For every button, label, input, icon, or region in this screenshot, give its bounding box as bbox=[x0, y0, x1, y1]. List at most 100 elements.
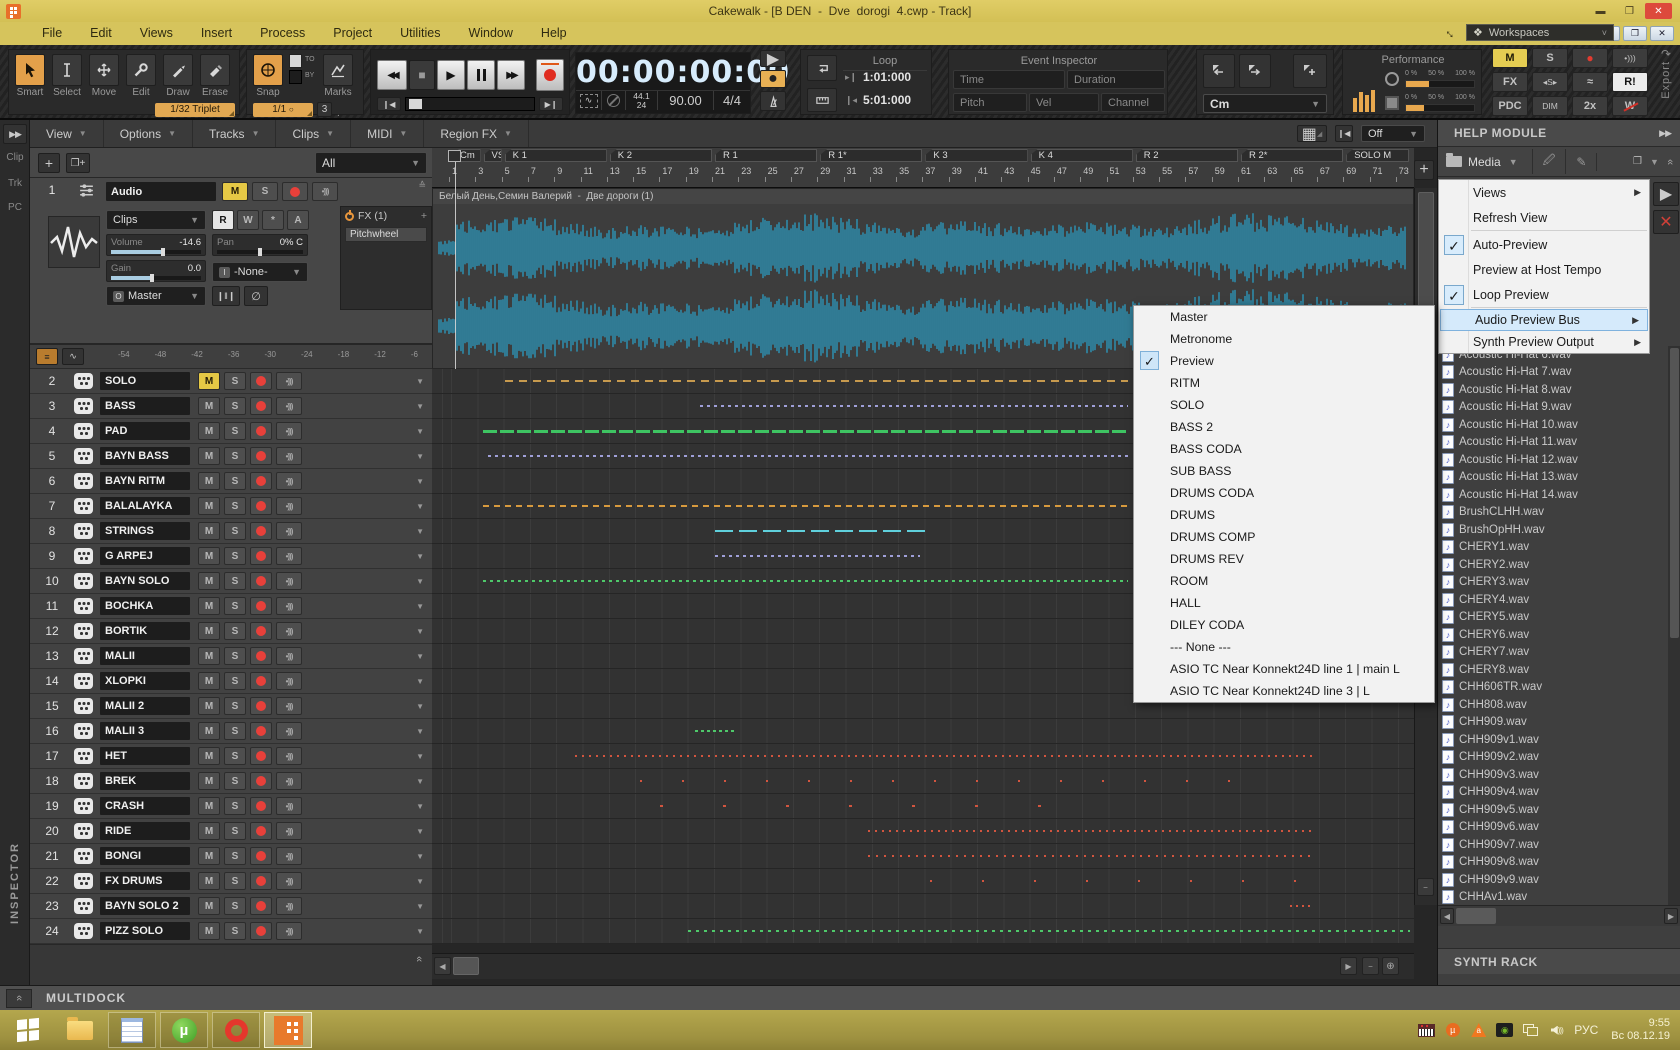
file-item-chh909v2-wav[interactable]: ♪CHH909v2.wav bbox=[1438, 749, 1668, 767]
track-mute-button[interactable]: M bbox=[222, 182, 248, 201]
pc-tab[interactable]: PC bbox=[0, 202, 30, 213]
file-item-chh909v8-wav[interactable]: ♪CHH909v8.wav bbox=[1438, 854, 1668, 872]
track-echo-button[interactable]: •))) bbox=[276, 397, 302, 415]
collapse-track-icon[interactable]: ≙ bbox=[418, 180, 426, 191]
track-name-field[interactable]: MALII bbox=[100, 647, 190, 665]
track-mute-button[interactable]: M bbox=[198, 572, 220, 590]
track-arm-button[interactable] bbox=[250, 772, 272, 790]
track-arm-button[interactable] bbox=[250, 522, 272, 540]
help-menu-item-views[interactable]: Views▶ bbox=[1439, 180, 1649, 205]
edit-filter-selector[interactable]: Clips▼ bbox=[106, 210, 206, 230]
track-solo-button[interactable]: S bbox=[224, 697, 246, 715]
ruler-marker-k-3[interactable]: K 3 bbox=[925, 149, 1027, 162]
playhead-handle[interactable] bbox=[448, 150, 461, 162]
audio-engine-icon[interactable]: ∿ bbox=[576, 91, 602, 110]
file-item-chery2-wav[interactable]: ♪CHERY2.wav bbox=[1438, 556, 1668, 574]
help-menu-item-auto-preview[interactable]: ✓Auto-Preview bbox=[1439, 232, 1649, 257]
track-solo-button[interactable]: S bbox=[224, 722, 246, 740]
bus-menu-item-diley-coda[interactable]: DILEY CODA bbox=[1134, 614, 1434, 636]
track-echo-button[interactable]: •))) bbox=[276, 722, 302, 740]
track-mute-button[interactable]: M bbox=[198, 772, 220, 790]
help-menu-item-preview-at-host-tempo[interactable]: Preview at Host Tempo bbox=[1439, 257, 1649, 282]
track-mute-button[interactable]: M bbox=[198, 472, 220, 490]
track-solo-button[interactable]: S bbox=[224, 522, 246, 540]
track-options-caret[interactable]: ▼ bbox=[416, 852, 424, 861]
help-expand-icon[interactable]: ▶▶ bbox=[1659, 120, 1671, 147]
tv-menu-clips[interactable]: Clips▼ bbox=[276, 120, 351, 147]
track-arm-button[interactable] bbox=[250, 897, 272, 915]
erase-tool-button[interactable] bbox=[200, 54, 230, 86]
track-row-19[interactable]: 19CRASHMS•)))▼ bbox=[30, 794, 432, 819]
track-row-14[interactable]: 14XLOPKIMS•)))▼ bbox=[30, 669, 432, 694]
track-mute-button[interactable]: M bbox=[198, 797, 220, 815]
ruler-marker-r-2-[interactable]: R 2* bbox=[1241, 149, 1343, 162]
track-row-4[interactable]: 4PADMS•)))▼ bbox=[30, 419, 432, 444]
file-item-chery3-wav[interactable]: ♪CHERY3.wav bbox=[1438, 574, 1668, 592]
track-row-22[interactable]: 22FX DRUMSMS•)))▼ bbox=[30, 869, 432, 894]
menu-process[interactable]: Process bbox=[246, 22, 319, 45]
track-name-field[interactable]: BREK bbox=[100, 772, 190, 790]
ruler-marker-solo-m[interactable]: SOLO M bbox=[1346, 149, 1409, 162]
file-item-acoustic-hi-hat-14-wav[interactable]: ♪Acoustic Hi-Hat 14.wav bbox=[1438, 486, 1668, 504]
track-row-8[interactable]: 8STRINGSMS•)))▼ bbox=[30, 519, 432, 544]
track-row-9[interactable]: 9G ARPEJMS•)))▼ bbox=[30, 544, 432, 569]
track-mute-button[interactable]: M bbox=[198, 547, 220, 565]
track-echo-button[interactable]: •))) bbox=[276, 447, 302, 465]
track-name-field[interactable]: BALALAYKA bbox=[100, 497, 190, 515]
fx-add-icon[interactable]: + bbox=[421, 210, 427, 222]
track-name-field[interactable]: Audio bbox=[106, 182, 216, 201]
bus-menu-item-ritm[interactable]: RITM bbox=[1134, 372, 1434, 394]
rewind-button[interactable]: ◀◀ bbox=[377, 60, 407, 90]
track-options-caret[interactable]: ▼ bbox=[416, 902, 424, 911]
track-options-caret[interactable]: ▼ bbox=[416, 552, 424, 561]
track-row-23[interactable]: 23BAYN SOLO 2MS•)))▼ bbox=[30, 894, 432, 919]
track-mute-button[interactable]: M bbox=[198, 697, 220, 715]
file-item-chhav1-wav[interactable]: ♪CHHAv1.wav bbox=[1438, 889, 1668, 907]
tempo-display[interactable]: 90.00 bbox=[658, 91, 714, 110]
zoom-out-button[interactable]: − bbox=[1362, 957, 1379, 975]
mix-solo-button[interactable]: S bbox=[1532, 48, 1568, 68]
media-label[interactable]: Media bbox=[1468, 155, 1501, 169]
mix-pdc-button[interactable]: PDC bbox=[1492, 96, 1528, 116]
files-vertical-scrollbar[interactable] bbox=[1668, 346, 1680, 906]
add-marker-button[interactable]: + bbox=[1414, 160, 1434, 180]
export-module[interactable]: ↷ Export bbox=[1655, 47, 1677, 117]
track-solo-button[interactable]: S bbox=[224, 797, 246, 815]
dock-window-icon[interactable]: ❐ bbox=[1633, 156, 1642, 167]
file-item-chh909v5-wav[interactable]: ♪CHH909v5.wav bbox=[1438, 801, 1668, 819]
menu-edit[interactable]: Edit bbox=[76, 22, 126, 45]
input-selector[interactable]: I-None-▼ bbox=[212, 262, 308, 282]
bus-menu-item-asio-tc-near-konnekt24d-line-1-main-l[interactable]: ASIO TC Near Konnekt24D line 1 | main L bbox=[1134, 658, 1434, 680]
tv-menu-midi[interactable]: MIDI▼ bbox=[351, 120, 424, 147]
restore-button[interactable]: ❐ bbox=[1616, 3, 1643, 19]
track-options-caret[interactable]: ▼ bbox=[416, 777, 424, 786]
track-name-field[interactable]: SOLO bbox=[100, 372, 190, 390]
automation-a-button[interactable]: A bbox=[287, 210, 309, 230]
child-restore-button[interactable]: ❐ bbox=[1623, 26, 1647, 41]
ruler-marker-k-4[interactable]: K 4 bbox=[1031, 149, 1133, 162]
file-item-chh909v1-wav[interactable]: ♪CHH909v1.wav bbox=[1438, 731, 1668, 749]
tv-menu-tracks[interactable]: Tracks▼ bbox=[193, 120, 276, 147]
track-name-field[interactable]: BAYN SOLO 2 bbox=[100, 897, 190, 915]
files-horizontal-scrollbar[interactable]: ◀ ▶ bbox=[1438, 905, 1680, 926]
fast-forward-button[interactable]: ▶▶ bbox=[497, 60, 525, 90]
bus-menu-item-metronome[interactable]: Metronome bbox=[1134, 328, 1434, 350]
menu-help[interactable]: Help bbox=[527, 22, 581, 45]
file-item-acoustic-hi-hat-7-wav[interactable]: ♪Acoustic Hi-Hat 7.wav bbox=[1438, 364, 1668, 382]
file-item-acoustic-hi-hat-11-wav[interactable]: ♪Acoustic Hi-Hat 11.wav bbox=[1438, 434, 1668, 452]
bus-menu-item-sub-bass[interactable]: SUB BASS bbox=[1134, 460, 1434, 482]
minimize-button[interactable]: ▬ bbox=[1587, 3, 1614, 19]
loop-punch-button[interactable] bbox=[807, 88, 837, 112]
track-name-field[interactable]: XLOPKI bbox=[100, 672, 190, 690]
file-item-chery1-wav[interactable]: ♪CHERY1.wav bbox=[1438, 539, 1668, 557]
track-options-caret[interactable]: ▼ bbox=[416, 402, 424, 411]
fx-bin[interactable]: FX (1)+ Pitchwheel bbox=[340, 206, 432, 310]
gain-slider[interactable]: Gain0.0 bbox=[106, 260, 206, 282]
track-name-field[interactable]: BOCHKA bbox=[100, 597, 190, 615]
track-options-caret[interactable]: ▼ bbox=[416, 927, 424, 936]
track-mute-button[interactable]: M bbox=[198, 522, 220, 540]
track-arm-button[interactable] bbox=[250, 872, 272, 890]
mix-dim-button[interactable]: DIM bbox=[1532, 96, 1568, 116]
smart-tool-button[interactable] bbox=[15, 54, 45, 86]
file-item-chh909v9-wav[interactable]: ♪CHH909v9.wav bbox=[1438, 871, 1668, 889]
